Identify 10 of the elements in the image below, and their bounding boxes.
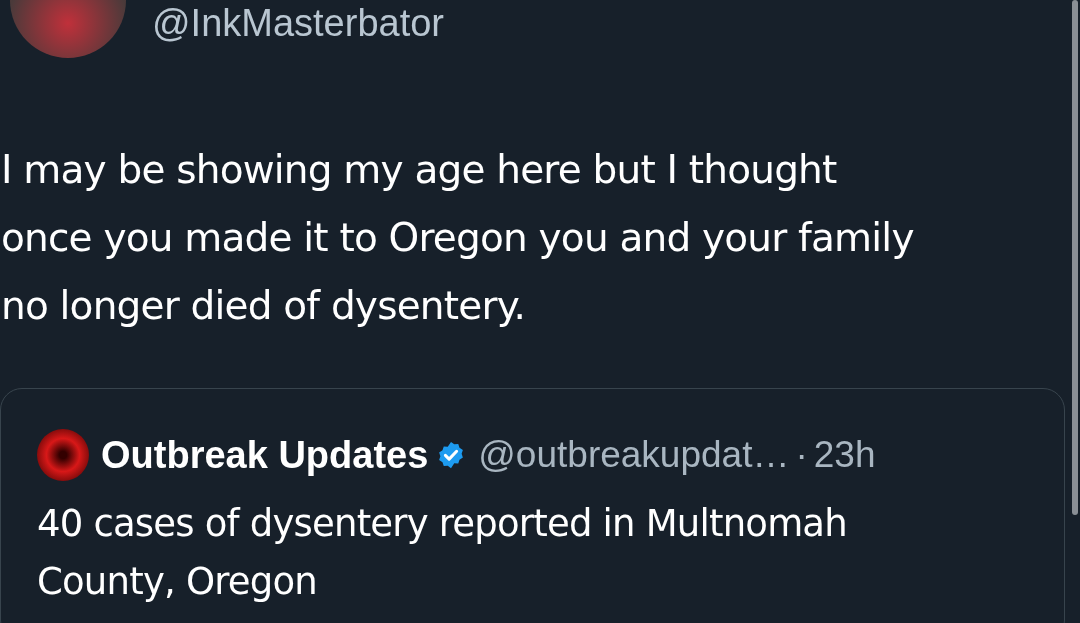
- separator-dot: ·: [795, 434, 808, 476]
- post-time: 23h: [813, 434, 876, 476]
- quoted-tweet-text: 40 cases of dysentery reported in Multnomah County, Oregon: [37, 501, 848, 605]
- display-name: Outbreak Updates: [101, 433, 429, 477]
- user-handle: @outbreakupdat…: [478, 434, 790, 476]
- scrollbar-thumb[interactable]: [1072, 0, 1078, 515]
- user-handle: @InkMasterbator: [152, 2, 444, 45]
- avatar-image: [37, 429, 89, 481]
- tweet-text: I may be showing my age here but I thought once you made it to Oregon you and your family no longer died of dysentery.: [0, 146, 915, 330]
- quoted-tweet-card[interactable]: Outbreak Updates @outbreakupdat… · 23h 40 cases of dysentery reported in Multnomah County, Oregon: [0, 388, 1065, 623]
